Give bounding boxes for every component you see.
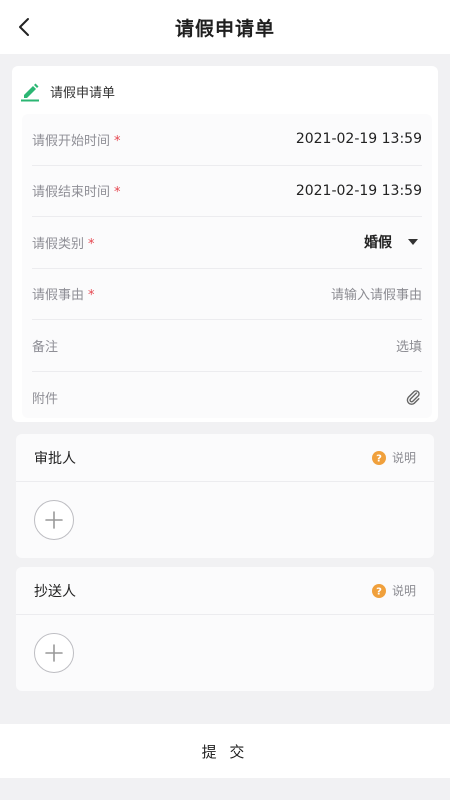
field-label: 请假事由 * xyxy=(32,288,95,304)
question-icon: ? xyxy=(371,583,386,598)
approvers-help-label: 说明 xyxy=(391,451,416,465)
cc-title: 抄送人 xyxy=(34,583,76,600)
field-remarks[interactable]: 备注 选填 xyxy=(32,320,422,372)
approvers-help[interactable]: ? 说明 xyxy=(371,449,416,466)
form-section-title: 请假申请单 xyxy=(50,85,116,101)
caret-down-icon xyxy=(408,239,418,246)
cc-panel: 抄送人 ? 说明 xyxy=(16,567,434,691)
svg-text:?: ? xyxy=(376,586,382,597)
start-time-value[interactable]: 2021-02-19 13:59 xyxy=(296,131,422,147)
remarks-input[interactable]: 选填 xyxy=(396,336,422,355)
submit-button[interactable]: 提 交 xyxy=(202,741,249,762)
field-label: 请假开始时间 * xyxy=(32,133,121,149)
question-icon: ? xyxy=(371,450,386,465)
add-approver-button[interactable] xyxy=(34,500,74,540)
required-mark: * xyxy=(88,236,95,252)
field-attachment[interactable]: 附件 xyxy=(32,372,422,424)
cc-help[interactable]: ? 说明 xyxy=(371,582,416,599)
field-end-time[interactable]: 请假结束时间 * 2021-02-19 13:59 xyxy=(32,166,422,217)
approvers-header: 审批人 ? 说明 xyxy=(16,434,434,482)
pen-icon xyxy=(21,83,39,102)
plus-icon xyxy=(45,511,63,529)
approvers-panel: 审批人 ? 说明 xyxy=(16,434,434,558)
required-mark: * xyxy=(114,185,121,201)
leave-type-select[interactable]: 婚假 xyxy=(364,232,422,252)
form-section-header: 请假申请单 xyxy=(12,66,438,116)
required-mark: * xyxy=(88,288,95,304)
field-leave-reason[interactable]: 请假事由 * 请输入请假事由 xyxy=(32,269,422,320)
bottom-bar: 提 交 xyxy=(0,724,450,778)
cc-header: 抄送人 ? 说明 xyxy=(16,567,434,615)
field-label: 请假结束时间 * xyxy=(32,185,121,201)
form-fields: 请假开始时间 * 2021-02-19 13:59 请假结束时间 * 2021-02… xyxy=(22,114,432,418)
leave-type-value: 婚假 xyxy=(364,235,392,252)
plus-icon xyxy=(45,644,63,662)
end-time-value[interactable]: 2021-02-19 13:59 xyxy=(296,183,422,199)
field-leave-type[interactable]: 请假类别 * 婚假 xyxy=(32,217,422,269)
leave-form-card: 请假申请单 请假开始时间 * 2021-02-19 13:59 请假结束时间 * 2… xyxy=(12,66,438,422)
chevron-left-icon[interactable] xyxy=(14,16,36,38)
svg-text:?: ? xyxy=(376,453,382,464)
paperclip-icon[interactable] xyxy=(404,388,422,406)
field-label: 附件 xyxy=(32,391,59,407)
cc-help-label: 说明 xyxy=(391,584,416,598)
field-start-time[interactable]: 请假开始时间 * 2021-02-19 13:59 xyxy=(32,114,422,166)
field-label: 请假类别 * xyxy=(32,236,95,252)
required-mark: * xyxy=(114,133,121,149)
page-title: 请假申请单 xyxy=(174,17,275,40)
add-cc-button[interactable] xyxy=(34,633,74,673)
top-bar: 请假申请单 xyxy=(0,0,450,54)
leave-reason-input[interactable]: 请输入请假事由 xyxy=(331,284,422,303)
field-label: 备注 xyxy=(32,339,59,355)
approvers-title: 审批人 xyxy=(34,450,76,467)
